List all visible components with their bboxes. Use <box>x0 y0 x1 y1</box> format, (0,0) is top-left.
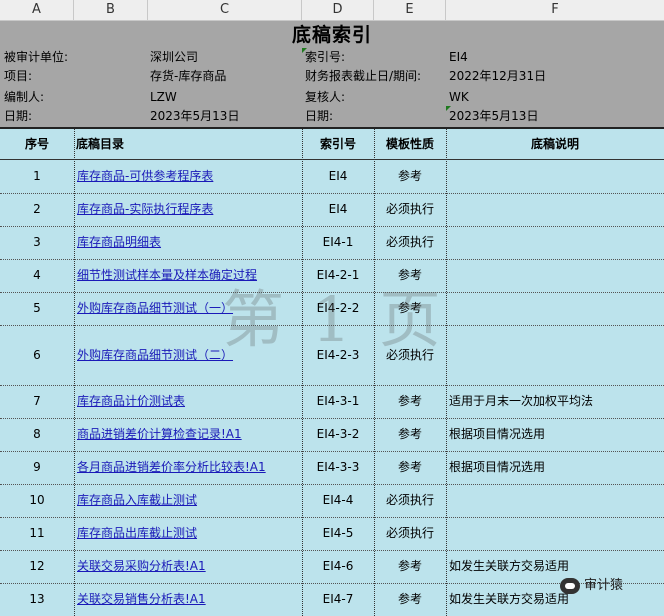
date2-label[interactable]: 日期: <box>305 107 333 126</box>
row-note[interactable] <box>449 292 663 325</box>
row-index[interactable]: EI4-3-1 <box>302 385 374 418</box>
column-header-a[interactable]: A <box>0 0 74 20</box>
row-index[interactable]: EI4 <box>302 193 374 226</box>
grid-line <box>446 129 447 616</box>
column-header-b[interactable]: B <box>74 0 148 20</box>
audited-unit-label[interactable]: 被审计单位: <box>4 48 68 67</box>
period-label[interactable]: 财务报表截止日/期间: <box>305 67 421 86</box>
row-catalog-link[interactable]: 各月商品进销差价率分析比较表!A1 <box>77 451 301 484</box>
row-index[interactable]: EI4-4 <box>302 484 374 517</box>
column-header-c[interactable]: C <box>148 0 302 20</box>
row-index[interactable]: EI4-3-3 <box>302 451 374 484</box>
preparer-value[interactable]: LZW <box>150 88 177 107</box>
column-header-bar: A B C D E F <box>0 0 664 21</box>
row-seq[interactable]: 7 <box>0 385 74 418</box>
row-note[interactable]: 根据项目情况选用 <box>449 451 663 484</box>
row-seq[interactable]: 2 <box>0 193 74 226</box>
row-index[interactable]: EI4-7 <box>302 583 374 616</box>
header-seq[interactable]: 序号 <box>0 129 74 159</box>
row-note[interactable]: 根据项目情况选用 <box>449 418 663 451</box>
item-value[interactable]: 存货-库存商品 <box>150 67 226 86</box>
row-note[interactable] <box>449 517 663 550</box>
preparer-label[interactable]: 编制人: <box>4 88 44 107</box>
row-note[interactable]: 如发生关联方交易适用 <box>449 550 663 583</box>
row-template[interactable]: 必须执行 <box>374 193 446 226</box>
page-watermark: 第 1 页 <box>222 283 445 356</box>
row-template[interactable]: 参考 <box>374 451 446 484</box>
row-catalog-link[interactable]: 关联交易采购分析表!A1 <box>77 550 301 583</box>
row-template[interactable]: 参考 <box>374 550 446 583</box>
row-index[interactable]: EI4-5 <box>302 517 374 550</box>
row-template[interactable]: 必须执行 <box>374 484 446 517</box>
item-label[interactable]: 项目: <box>4 67 32 86</box>
row-seq[interactable]: 3 <box>0 226 74 259</box>
row-catalog-link[interactable]: 库存商品入库截止测试 <box>77 484 301 517</box>
row-note[interactable]: 适用于月末一次加权平均法 <box>449 385 663 418</box>
row-template[interactable]: 必须执行 <box>374 226 446 259</box>
row-seq[interactable]: 12 <box>0 550 74 583</box>
row-catalog-link[interactable]: 关联交易销售分析表!A1 <box>77 583 301 616</box>
row-seq[interactable]: 4 <box>0 259 74 292</box>
row-seq[interactable]: 6 <box>0 325 74 385</box>
row-seq[interactable]: 5 <box>0 292 74 325</box>
column-header-d[interactable]: D <box>302 0 374 20</box>
row-seq[interactable]: 8 <box>0 418 74 451</box>
wechat-icon <box>560 577 580 594</box>
row-catalog-link[interactable]: 商品进销差价计算检查记录!A1 <box>77 418 301 451</box>
row-template[interactable]: 参考 <box>374 583 446 616</box>
row-index[interactable]: EI4-3-2 <box>302 418 374 451</box>
row-note[interactable] <box>449 159 663 193</box>
row-template[interactable]: 参考 <box>374 159 446 193</box>
reviewer-label[interactable]: 复核人: <box>305 88 345 107</box>
brand-badge: 审计猿 <box>560 574 623 598</box>
index-label[interactable]: 索引号: <box>305 48 345 67</box>
header-index[interactable]: 索引号 <box>302 129 374 159</box>
row-index[interactable]: EI4 <box>302 159 374 193</box>
row-template[interactable]: 参考 <box>374 385 446 418</box>
row-index[interactable]: EI4-1 <box>302 226 374 259</box>
index-value[interactable]: EI4 <box>449 48 468 67</box>
brand-name: 审计猿 <box>584 578 624 593</box>
row-catalog-link[interactable]: 库存商品出库截止测试 <box>77 517 301 550</box>
grid-line <box>74 129 75 616</box>
reviewer-value[interactable]: WK <box>449 88 469 107</box>
period-value[interactable]: 2022年12月31日 <box>449 67 546 86</box>
spreadsheet: A B C D E F 底稿索引 被审计单位: 深圳公司 索引号: EI4 项目… <box>0 0 664 616</box>
audited-unit-value[interactable]: 深圳公司 <box>150 48 198 67</box>
row-seq[interactable]: 9 <box>0 451 74 484</box>
row-note[interactable] <box>449 193 663 226</box>
date-value[interactable]: 2023年5月13日 <box>150 107 239 126</box>
date-label[interactable]: 日期: <box>4 107 32 126</box>
row-seq[interactable]: 10 <box>0 484 74 517</box>
header-template[interactable]: 模板性质 <box>374 129 446 159</box>
row-catalog-link[interactable]: 库存商品计价测试表 <box>77 385 301 418</box>
header-catalog[interactable]: 底稿目录 <box>76 129 302 159</box>
row-note[interactable] <box>449 226 663 259</box>
row-seq[interactable]: 13 <box>0 583 74 616</box>
row-note[interactable]: 如发生关联方交易适用 <box>449 583 663 616</box>
row-note[interactable] <box>449 325 663 385</box>
row-template[interactable]: 必须执行 <box>374 517 446 550</box>
row-seq[interactable]: 1 <box>0 159 74 193</box>
column-header-f[interactable]: F <box>446 0 664 20</box>
sheet-title[interactable]: 底稿索引 <box>0 21 664 49</box>
row-template[interactable]: 参考 <box>374 418 446 451</box>
row-note[interactable] <box>449 484 663 517</box>
row-note[interactable] <box>449 259 663 292</box>
date2-value[interactable]: 2023年5月13日 <box>449 107 538 126</box>
row-seq[interactable]: 11 <box>0 517 74 550</box>
column-header-e[interactable]: E <box>374 0 446 20</box>
row-catalog-link[interactable]: 库存商品-实际执行程序表 <box>77 193 301 226</box>
header-note[interactable]: 底稿说明 <box>446 129 664 159</box>
row-catalog-link[interactable]: 库存商品明细表 <box>77 226 301 259</box>
row-index[interactable]: EI4-6 <box>302 550 374 583</box>
row-catalog-link[interactable]: 库存商品-可供参考程序表 <box>77 159 301 193</box>
